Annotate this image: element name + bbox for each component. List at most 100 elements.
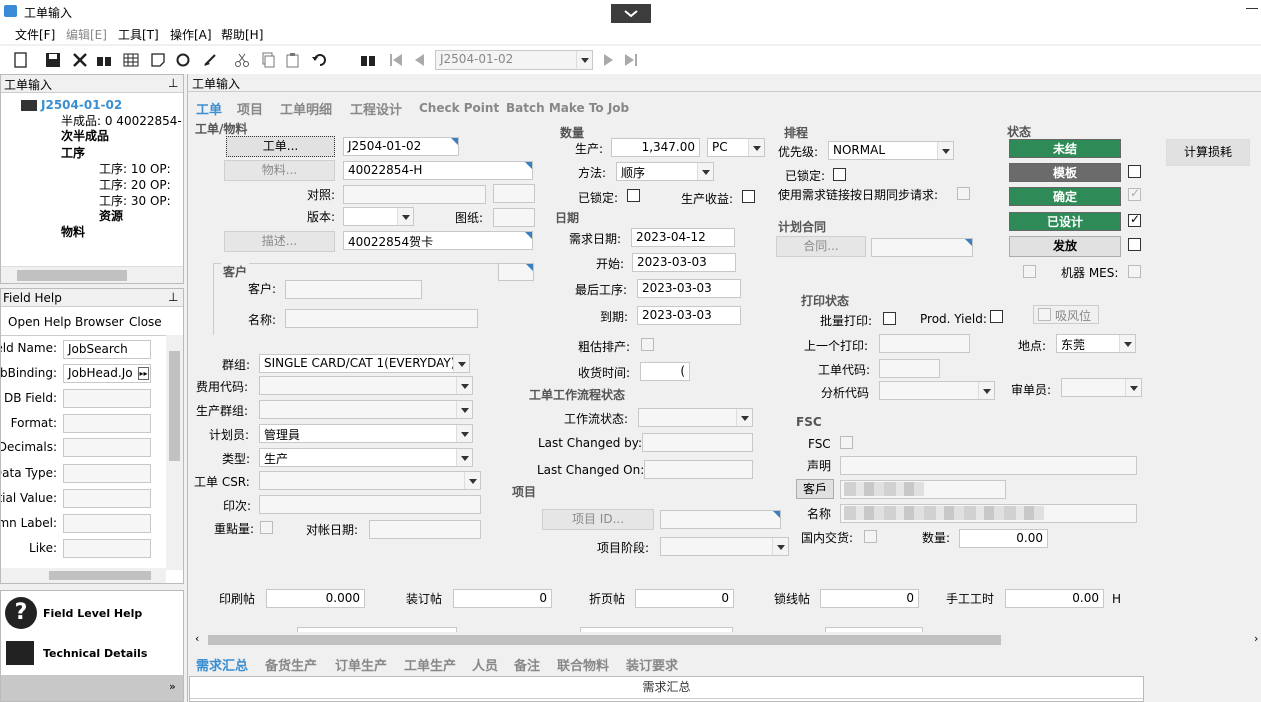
status-engineered[interactable]: 已设计	[1009, 212, 1121, 231]
fh-hscroll-thumb[interactable]	[49, 571, 151, 580]
batch-print-checkbox[interactable]	[883, 312, 896, 325]
due-date-field[interactable]: 2023-03-03	[637, 306, 741, 325]
tree-op20[interactable]: 工序: 20 OP:	[99, 176, 171, 193]
fh-value-3[interactable]	[63, 389, 151, 408]
fh-value-1[interactable]: JobSearch	[63, 340, 151, 359]
statement-field[interactable]	[840, 456, 1137, 475]
refresh-icon[interactable]	[175, 52, 191, 68]
job-number-field[interactable]: J2504-01-02	[343, 137, 459, 156]
grid-icon[interactable]	[123, 52, 139, 68]
bottom-tab-order[interactable]: 订单生产	[335, 655, 387, 674]
customer-name-field[interactable]	[285, 309, 478, 328]
scroll-right-icon[interactable]: ›	[1254, 632, 1258, 645]
fh-value-8[interactable]	[63, 514, 151, 533]
start-date-field[interactable]: 2023-03-03	[632, 253, 736, 272]
fh-value-5[interactable]	[63, 438, 151, 457]
status-confirmed[interactable]: 确定	[1009, 187, 1121, 206]
paste-icon[interactable]	[285, 52, 301, 68]
bottom-tab-demand-summary[interactable]: 需求汇总	[196, 655, 248, 674]
tree-hscrollbar[interactable]	[1, 266, 183, 283]
machine-mes-checkbox[interactable]	[1128, 265, 1141, 278]
tab-batch-make[interactable]: Batch Make To Job	[506, 101, 629, 115]
domestic-checkbox[interactable]	[864, 530, 877, 543]
field-level-help-link[interactable]: Field Level Help	[43, 607, 142, 620]
priority-combo[interactable]: NORMAL	[828, 141, 954, 160]
expand-icon[interactable]: ▸▸	[138, 367, 149, 380]
engineered-checkbox[interactable]	[1128, 212, 1141, 227]
prod-qty-field[interactable]: 1,347.00	[611, 138, 700, 157]
bottom-tab-job[interactable]: 工单生产	[404, 655, 456, 674]
fh-hscrollbar[interactable]	[1, 568, 166, 583]
tree-op10[interactable]: 工序: 10 OP:	[99, 160, 171, 177]
req-date-field[interactable]: 2023-04-12	[631, 228, 735, 247]
tree-ops[interactable]: 工序	[61, 144, 85, 161]
fsc-checkbox[interactable]	[840, 436, 853, 449]
footer-collapse-bar[interactable]: »	[1, 675, 183, 701]
attach-icon[interactable]	[96, 52, 112, 68]
note-icon[interactable]	[150, 52, 166, 68]
prod-group-combo[interactable]	[259, 400, 473, 419]
menu-actions[interactable]: 操作[A]	[170, 26, 212, 43]
ref-extra-field[interactable]	[493, 184, 535, 203]
description-button[interactable]: 描述...	[224, 231, 335, 252]
workflow-state-combo[interactable]	[638, 408, 753, 427]
drawing-field[interactable]	[493, 208, 535, 227]
analysis-code-combo[interactable]	[879, 381, 995, 400]
manual-hours-field[interactable]: 0.00	[1005, 589, 1104, 608]
release-button[interactable]: 发放	[1009, 236, 1121, 257]
project-id-field[interactable]	[660, 510, 781, 529]
group-combo[interactable]: SINGLE CARD/CAT 1(EVERYDAY)	[259, 354, 470, 373]
tab-job-detail[interactable]: 工单明细	[280, 99, 332, 118]
fh-vscroll-thumb[interactable]	[169, 351, 180, 461]
technical-details-link[interactable]: Technical Details	[43, 647, 147, 660]
csr-combo[interactable]	[259, 471, 481, 490]
planner-combo[interactable]: 管理員	[259, 424, 473, 443]
ref-field[interactable]	[343, 185, 486, 204]
qty-locked-checkbox[interactable]	[627, 189, 640, 202]
tab-project[interactable]: 项目	[237, 99, 263, 118]
confirmed-checkbox[interactable]	[1128, 186, 1141, 201]
cost-code-combo[interactable]	[259, 376, 473, 395]
tree-material[interactable]: 物料	[61, 223, 85, 240]
binoculars-icon[interactable]	[360, 52, 376, 68]
status-open[interactable]: 未结	[1009, 139, 1121, 158]
bottom-tab-stock[interactable]: 备货生产	[265, 655, 317, 674]
release-checkbox[interactable]	[1128, 238, 1141, 251]
prev-print-field[interactable]	[879, 334, 970, 353]
fold-post-field[interactable]: 0	[635, 589, 734, 608]
fsc-qty-field[interactable]: 0.00	[959, 529, 1048, 548]
menu-help[interactable]: 帮助[H]	[221, 26, 263, 43]
method-combo[interactable]: 顺序	[616, 162, 714, 181]
tab-engineering[interactable]: 工程设计	[350, 99, 402, 118]
fh-vscrollbar[interactable]	[166, 335, 183, 570]
tab-check-point[interactable]: Check Point	[419, 101, 499, 115]
copy-icon[interactable]	[260, 52, 276, 68]
description-field[interactable]: 40022854贺卡	[343, 231, 533, 250]
fsc-customer-button[interactable]: 客戶	[796, 479, 834, 499]
type-combo[interactable]: 生产	[259, 448, 473, 467]
tree-hscroll-thumb[interactable]	[17, 270, 127, 281]
template-checkbox[interactable]	[1128, 165, 1141, 178]
contract-button[interactable]: 合同...	[776, 236, 866, 257]
last-op-date-field[interactable]: 2023-03-03	[637, 279, 741, 298]
prev-record-icon[interactable]	[412, 52, 428, 68]
uom-combo[interactable]: PC	[707, 138, 765, 157]
project-phase-combo[interactable]	[660, 537, 789, 556]
job-nav-combo[interactable]: J2504-01-02	[435, 50, 593, 70]
sync-req-checkbox[interactable]	[957, 187, 970, 200]
schedule-locked-checkbox[interactable]	[833, 168, 846, 181]
collapse-ribbon-button[interactable]	[611, 4, 651, 23]
key-qty-checkbox[interactable]	[260, 521, 273, 534]
reviewer-combo[interactable]	[1061, 378, 1142, 397]
main-hscrollbar[interactable]: ‹ ›	[192, 632, 1261, 648]
status-template[interactable]: 模板	[1009, 163, 1121, 182]
first-record-icon[interactable]	[388, 52, 404, 68]
delete-icon[interactable]	[72, 52, 88, 68]
part-button[interactable]: 物料...	[224, 160, 335, 181]
pin-icon[interactable]: ⊥	[168, 76, 178, 90]
tree-resource[interactable]: 资源	[99, 207, 123, 224]
print-times-field[interactable]	[259, 495, 481, 514]
close-help-link[interactable]: Close	[129, 315, 162, 329]
bottom-tab-people[interactable]: 人员	[472, 655, 498, 674]
fh-value-4[interactable]	[63, 414, 151, 433]
